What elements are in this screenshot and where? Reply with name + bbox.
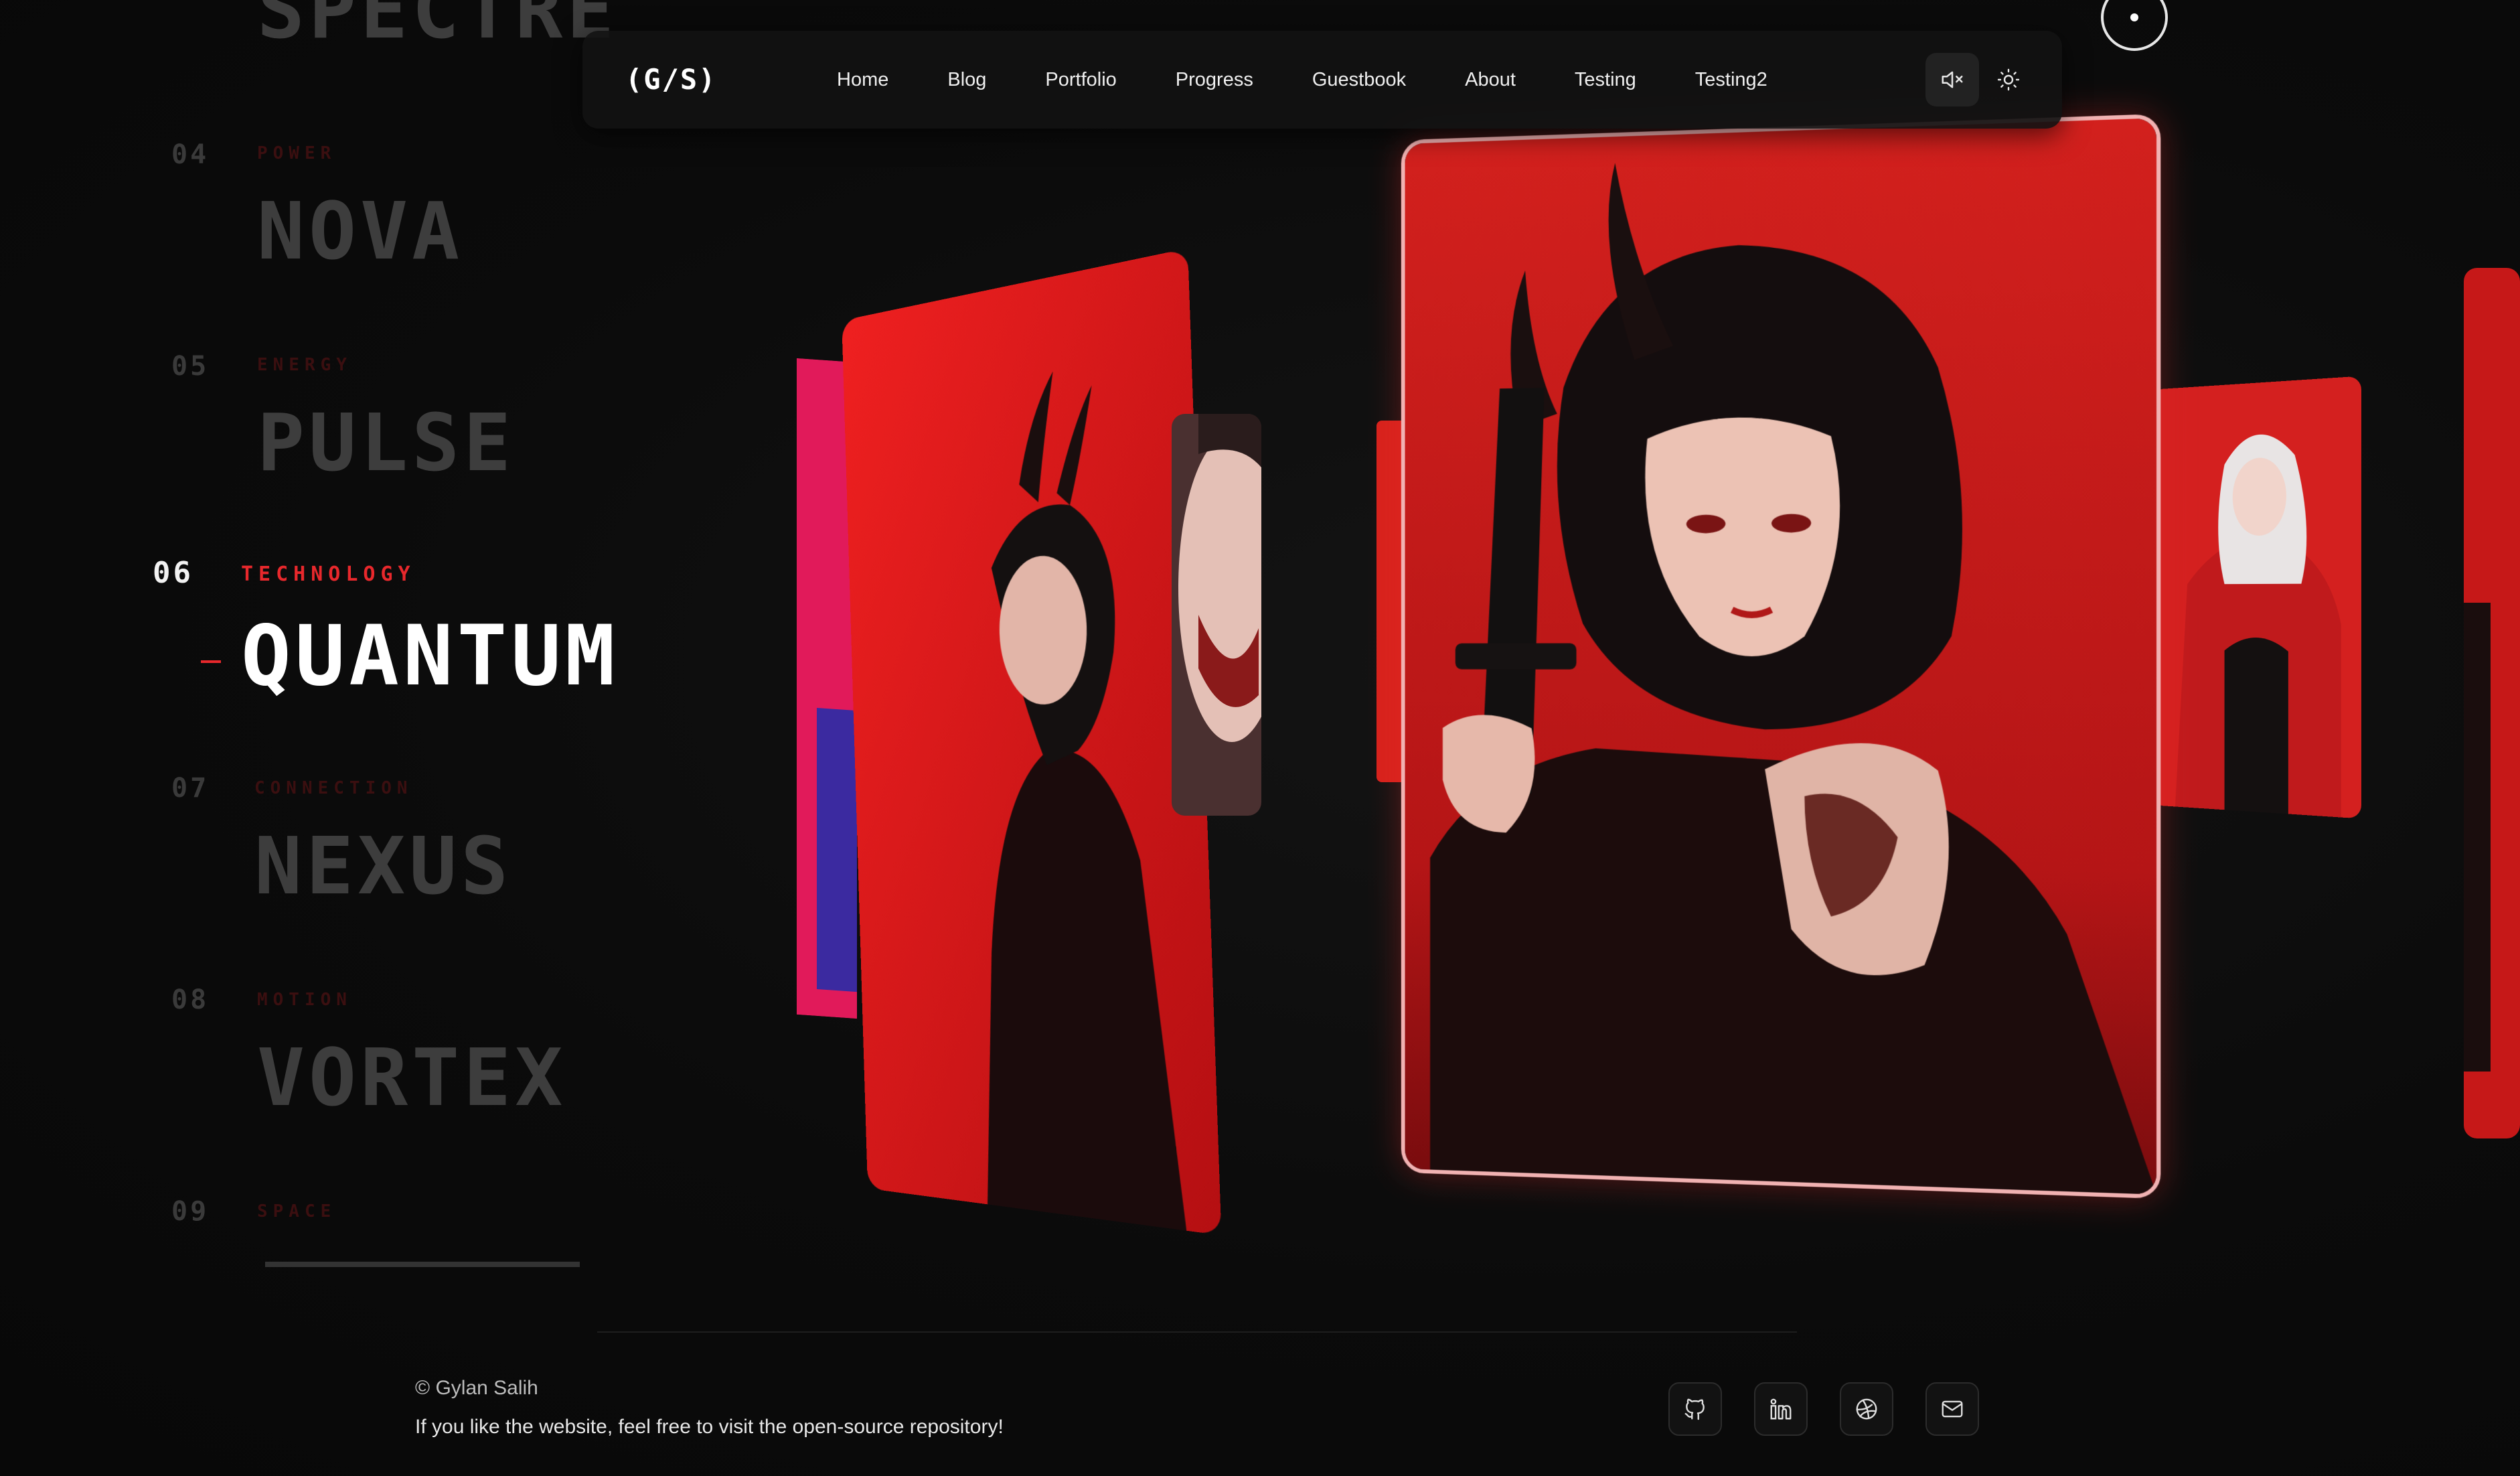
list-category: Energy — [257, 355, 352, 375]
card-left[interactable] — [842, 248, 1221, 1236]
cursor-dot-icon — [2130, 13, 2138, 21]
list-number: 04 — [171, 139, 209, 170]
footer-divider — [597, 1331, 1797, 1333]
list-word: NEXUS — [254, 826, 512, 905]
mail-link[interactable] — [1925, 1382, 1979, 1436]
linkedin-link[interactable] — [1754, 1382, 1808, 1436]
list-category: Power — [257, 143, 336, 163]
card-back-middle[interactable] — [1172, 414, 1261, 816]
mail-icon — [1940, 1396, 1965, 1422]
nav-link-progress[interactable]: Progress — [1176, 69, 1253, 91]
list-category: Space — [257, 1201, 336, 1222]
linkedin-icon — [1768, 1396, 1794, 1422]
card-image — [1405, 118, 2156, 1194]
active-indicator — [201, 660, 221, 663]
list-word: PULSE — [257, 403, 515, 482]
cursor-circle-button[interactable] — [2101, 0, 2168, 51]
nav-links: Home Blog Portfolio Progress Guestbook A… — [837, 31, 1826, 129]
list-number: 06 — [153, 556, 193, 590]
nav-link-about[interactable]: About — [1465, 69, 1516, 91]
card-image — [2464, 268, 2520, 1138]
navbar: (G/S) Home Blog Portfolio Progress Guest… — [582, 31, 2062, 129]
page: SPECTRE 04 Power NOVA 05 Energy PULSE 06… — [0, 0, 2520, 1476]
site-logo[interactable]: (G/S) — [625, 63, 716, 96]
nav-link-testing2[interactable]: Testing2 — [1695, 69, 1767, 91]
nav-link-blog[interactable]: Blog — [947, 69, 986, 91]
nav-link-guestbook[interactable]: Guestbook — [1312, 69, 1406, 91]
card-far-right[interactable] — [2464, 268, 2520, 1138]
card-image — [1172, 414, 1261, 816]
nav-link-portfolio[interactable]: Portfolio — [1045, 69, 1116, 91]
nav-link-testing[interactable]: Testing — [1575, 69, 1636, 91]
list-number: 07 — [171, 773, 209, 804]
list-number: 08 — [171, 984, 209, 1015]
card-image — [2151, 376, 2361, 818]
list-number: 09 — [171, 1196, 209, 1227]
sound-toggle-button[interactable] — [1925, 53, 1979, 106]
list-number: 05 — [171, 351, 209, 382]
card-image — [842, 248, 1221, 1236]
nav-link-home[interactable]: Home — [837, 69, 888, 91]
footer-repo-text[interactable]: If you like the website, feel free to vi… — [415, 1416, 1004, 1438]
sun-icon — [1996, 68, 2021, 92]
github-link[interactable] — [1668, 1382, 1722, 1436]
speaker-mute-icon — [1940, 67, 1965, 92]
list-word-partial — [265, 1262, 580, 1267]
list-category: Technology — [241, 563, 416, 586]
list-word: NOVA — [257, 192, 463, 271]
dribbble-icon — [1854, 1396, 1879, 1422]
list-word: SPECTRE — [257, 0, 618, 50]
footer-copyright: © Gylan Salih — [415, 1377, 538, 1400]
list-word: VORTEX — [257, 1038, 566, 1117]
dribbble-link[interactable] — [1840, 1382, 1893, 1436]
card-featured[interactable] — [1401, 114, 2160, 1199]
theme-toggle-button[interactable] — [1982, 53, 2035, 106]
list-word: QUANTUM — [241, 615, 619, 698]
list-category: Motion — [257, 990, 352, 1010]
github-icon — [1682, 1396, 1708, 1422]
list-category: Connection — [254, 778, 413, 798]
card-right[interactable] — [2151, 376, 2361, 818]
